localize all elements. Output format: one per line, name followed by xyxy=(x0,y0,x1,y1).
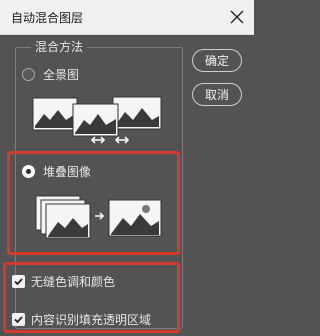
stack-illustration-icon xyxy=(35,195,162,239)
panorama-label: 全景图 xyxy=(43,68,80,82)
panorama-illustration-icon xyxy=(32,96,162,144)
ok-button[interactable]: 确定 xyxy=(192,49,242,72)
stack-option[interactable]: 堆叠图像 xyxy=(22,163,91,180)
stack-label: 堆叠图像 xyxy=(43,165,92,179)
content-aware-label: 内容识别填充透明区域 xyxy=(31,313,152,327)
seamless-option[interactable]: 无缝色调和颜色 xyxy=(12,273,115,290)
content-aware-option[interactable]: 内容识别填充透明区域 xyxy=(12,311,151,328)
check-icon xyxy=(14,316,23,324)
seamless-checkbox[interactable] xyxy=(12,275,25,288)
window-title: 自动混合图层 xyxy=(11,11,84,25)
cancel-button[interactable]: 取消 xyxy=(192,83,242,106)
close-icon[interactable] xyxy=(226,6,248,28)
check-icon xyxy=(14,278,23,286)
seamless-label: 无缝色调和颜色 xyxy=(31,275,116,289)
stack-radio[interactable] xyxy=(22,165,35,178)
panorama-radio[interactable] xyxy=(22,68,35,81)
group-title: 混合方法 xyxy=(31,38,88,55)
panorama-option[interactable]: 全景图 xyxy=(22,66,79,83)
content-aware-checkbox[interactable] xyxy=(12,313,25,326)
title-bar: 自动混合图层 xyxy=(0,0,254,35)
